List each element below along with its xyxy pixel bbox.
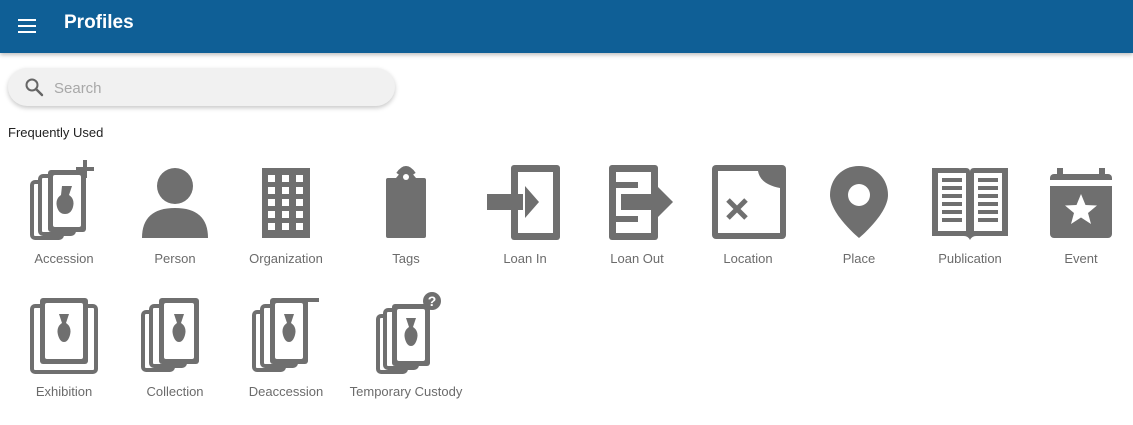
person-icon	[142, 168, 208, 238]
place-pin-icon	[830, 166, 888, 238]
profile-tile-event[interactable]: Event	[1026, 160, 1133, 270]
search-input[interactable]	[52, 76, 376, 100]
tag-icon	[386, 166, 426, 238]
collection-icon	[141, 298, 199, 372]
loan-out-icon	[609, 165, 673, 240]
profile-tile-deaccession[interactable]: Deaccession	[231, 292, 341, 402]
app-bar: Profiles	[0, 0, 1133, 53]
svg-text:?: ?	[428, 293, 437, 309]
search-bar	[8, 68, 395, 106]
search-icon	[25, 78, 44, 97]
profile-tile-tags[interactable]: Tags	[351, 160, 461, 270]
deaccession-icon	[252, 298, 319, 372]
event-calendar-icon	[1050, 168, 1112, 238]
location-icon	[712, 165, 786, 239]
publication-book-icon	[932, 168, 1008, 240]
profile-tile-temporary-custody[interactable]: ? Temporary Custody	[350, 292, 462, 402]
page-title: Profiles	[64, 12, 134, 33]
accession-icon	[30, 160, 94, 240]
profile-label: Event	[1064, 251, 1098, 266]
section-label: Frequently Used	[8, 125, 104, 140]
hamburger-menu-icon[interactable]	[14, 13, 40, 39]
exhibition-icon	[30, 298, 98, 374]
organization-icon	[262, 168, 310, 238]
profile-tile-organization[interactable]: Organization	[231, 160, 341, 270]
loan-in-icon	[487, 165, 560, 240]
temporary-custody-icon: ?	[376, 292, 441, 374]
profile-label: Temporary Custody	[349, 384, 463, 399]
